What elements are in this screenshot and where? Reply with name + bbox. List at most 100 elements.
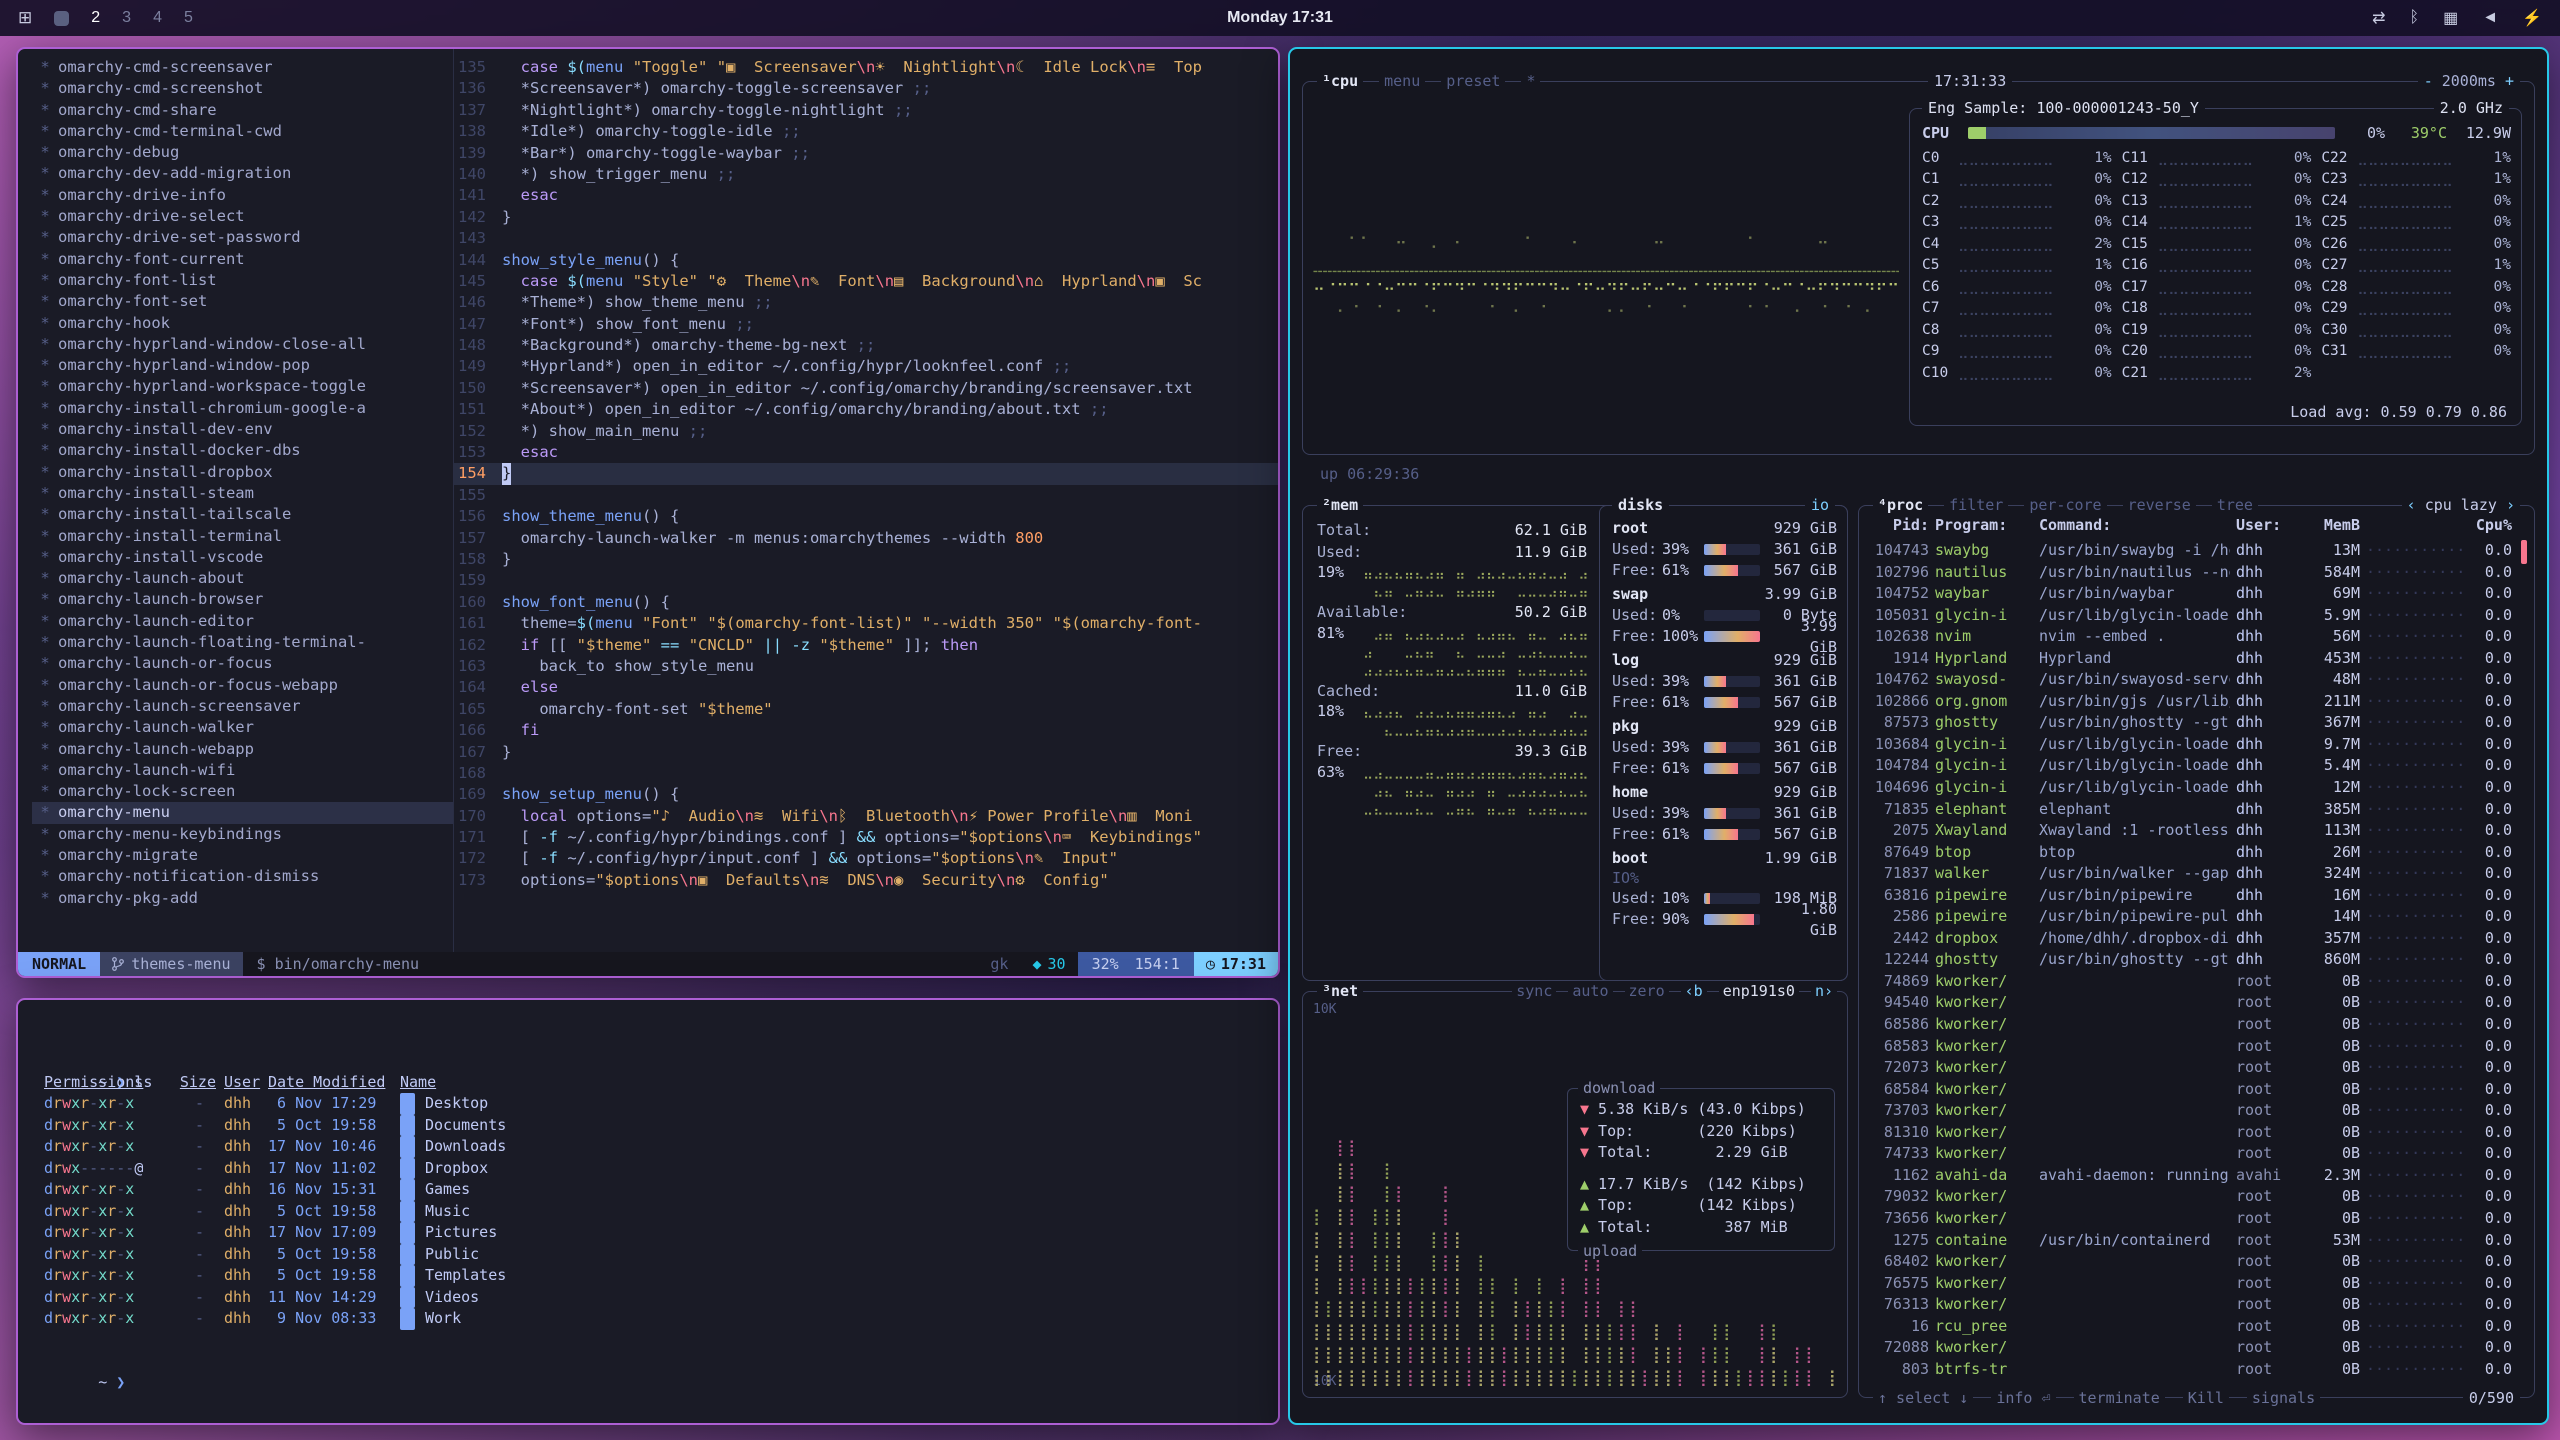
code-line[interactable]: 170 local options="♪ Audio\n≋ Wifi\nᛒ Bl… xyxy=(454,806,1278,827)
code-line[interactable]: 156show_theme_menu() { xyxy=(454,506,1278,527)
workspace-4[interactable]: 4 xyxy=(153,9,162,27)
process-row[interactable]: 76575kworker/root0B···········0.0 xyxy=(1871,1273,2512,1295)
file-item[interactable]: *omarchy-hyprland-window-pop xyxy=(32,355,453,376)
file-item[interactable]: *omarchy-hook xyxy=(32,313,453,334)
process-row[interactable]: 68402kworker/root0B···········0.0 xyxy=(1871,1251,2512,1273)
interval-increase-button[interactable]: + xyxy=(2505,72,2514,90)
process-row[interactable]: 1275containe/usr/bin/containerdroot53M··… xyxy=(1871,1230,2512,1252)
proc-filter-button[interactable]: filter xyxy=(1944,495,2008,515)
net-auto-button[interactable]: auto xyxy=(1568,981,1612,1001)
file-item[interactable]: *omarchy-hyprland-window-close-all xyxy=(32,334,453,355)
code-line[interactable]: 147 *Font*) show_font_menu ;; xyxy=(454,314,1278,335)
file-item[interactable]: *omarchy-launch-webapp xyxy=(32,739,453,760)
code-line[interactable]: 143 xyxy=(454,228,1278,249)
file-item[interactable]: *omarchy-install-terminal xyxy=(32,526,453,547)
process-row[interactable]: 104784glycin-i/usr/lib/glycin-loadersdhh… xyxy=(1871,755,2512,777)
process-row[interactable]: 1162avahi-daavahi-daemon: running [avahi… xyxy=(1871,1165,2512,1187)
file-item[interactable]: *omarchy-notification-dismiss xyxy=(32,866,453,887)
code-line[interactable]: 136 *Screensaver*) omarchy-toggle-screen… xyxy=(454,78,1278,99)
process-row[interactable]: 12244ghostty/usr/bin/ghostty --gtk-dhh86… xyxy=(1871,949,2512,971)
file-item[interactable]: *omarchy-launch-editor xyxy=(32,611,453,632)
file-item[interactable]: *omarchy-lock-screen xyxy=(32,781,453,802)
code-line[interactable]: 159 xyxy=(454,570,1278,591)
proc-footer-button[interactable]: Kill xyxy=(2183,1388,2229,1408)
code-line[interactable]: 141 esac xyxy=(454,185,1278,206)
code-line[interactable]: 160show_font_menu() { xyxy=(454,592,1278,613)
file-item[interactable]: *omarchy-install-dev-env xyxy=(32,419,453,440)
file-item[interactable]: *omarchy-font-set xyxy=(32,291,453,312)
file-item[interactable]: *omarchy-drive-select xyxy=(32,206,453,227)
code-line[interactable]: 163 back_to show_style_menu xyxy=(454,656,1278,677)
code-line[interactable]: 157 omarchy-launch-walker -m menus:omarc… xyxy=(454,528,1278,549)
disks-io-toggle[interactable]: io xyxy=(1805,496,1835,514)
file-item[interactable]: *omarchy-launch-walker xyxy=(32,717,453,738)
file-item[interactable]: *omarchy-install-dropbox xyxy=(32,462,453,483)
process-row[interactable]: 71835elephantelephantdhh385M···········0… xyxy=(1871,799,2512,821)
process-row[interactable]: 87573ghostty/usr/bin/ghostty --gtk-dhh36… xyxy=(1871,712,2512,734)
code-line[interactable]: 140 *) show_trigger_menu ;; xyxy=(454,164,1278,185)
process-row[interactable]: 2442dropbox/home/dhh/.dropbox-distdhh357… xyxy=(1871,928,2512,950)
process-row[interactable]: 68586kworker/root0B···········0.0 xyxy=(1871,1014,2512,1036)
code-line[interactable]: 151 *About*) open_in_editor ~/.config/om… xyxy=(454,399,1278,420)
code-line[interactable]: 158} xyxy=(454,549,1278,570)
file-item[interactable]: *omarchy-font-list xyxy=(32,270,453,291)
code-line[interactable]: 150 *Screensaver*) open_in_editor ~/.con… xyxy=(454,378,1278,399)
code-line[interactable]: 161 theme=$(menu "Font" "$(omarchy-font-… xyxy=(454,613,1278,634)
code-line[interactable]: 137 *Nightlight*) omarchy-toggle-nightli… xyxy=(454,100,1278,121)
bluetooth-icon[interactable]: ᛒ xyxy=(2410,9,2420,27)
code-line[interactable]: 142} xyxy=(454,207,1278,228)
process-row[interactable]: 74733kworker/root0B···········0.0 xyxy=(1871,1143,2512,1165)
file-item[interactable]: *omarchy-launch-wifi xyxy=(32,760,453,781)
process-row[interactable]: 73656kworker/root0B···········0.0 xyxy=(1871,1208,2512,1230)
code-line[interactable]: 148 *Background*) omarchy-theme-bg-next … xyxy=(454,335,1278,356)
file-item[interactable]: *omarchy-cmd-screensaver xyxy=(32,57,453,78)
file-item[interactable]: *omarchy-menu xyxy=(32,802,453,823)
file-item[interactable]: *omarchy-cmd-terminal-cwd xyxy=(32,121,453,142)
net-sync-button[interactable]: sync xyxy=(1512,981,1556,1001)
proc-footer-button[interactable]: ↑ select ↓ xyxy=(1873,1388,1973,1408)
file-item[interactable]: *omarchy-hyprland-workspace-toggle xyxy=(32,376,453,397)
volume-icon[interactable]: ◄ xyxy=(2482,9,2498,27)
btop-preset-star[interactable]: * xyxy=(1521,71,1540,91)
file-item[interactable]: *omarchy-install-vscode xyxy=(32,547,453,568)
file-item[interactable]: *omarchy-install-docker-dbs xyxy=(32,440,453,461)
process-row[interactable]: 81310kworker/root0B···········0.0 xyxy=(1871,1122,2512,1144)
process-row[interactable]: 102638nvimnvim --embed .dhh56M··········… xyxy=(1871,626,2512,648)
process-row[interactable]: 2075XwaylandXwayland :1 -rootless -dhh11… xyxy=(1871,820,2512,842)
process-row[interactable]: 73703kworker/root0B···········0.0 xyxy=(1871,1100,2512,1122)
process-row[interactable]: 104752waybar/usr/bin/waybardhh69M·······… xyxy=(1871,583,2512,605)
code-line[interactable]: 139 *Bar*) omarchy-toggle-waybar ;; xyxy=(454,143,1278,164)
code-editor[interactable]: 135 case $(menu "Toggle" "▣ Screensaver\… xyxy=(454,49,1278,952)
file-item[interactable]: *omarchy-cmd-screenshot xyxy=(32,78,453,99)
file-item[interactable]: *omarchy-install-steam xyxy=(32,483,453,504)
code-line[interactable]: 153 esac xyxy=(454,442,1278,463)
process-row[interactable]: 79032kworker/root0B···········0.0 xyxy=(1871,1186,2512,1208)
process-row[interactable]: 71837walker/usr/bin/walker --gappldhh324… xyxy=(1871,863,2512,885)
clock[interactable]: Monday 17:31 xyxy=(1227,9,1333,27)
code-line[interactable]: 149 *Hyprland*) open_in_editor ~/.config… xyxy=(454,356,1278,377)
code-line[interactable]: 152 *) show_main_menu ;; xyxy=(454,421,1278,442)
process-row[interactable]: 72073kworker/root0B···········0.0 xyxy=(1871,1057,2512,1079)
process-row[interactable]: 72088kworker/root0B···········0.0 xyxy=(1871,1337,2512,1359)
process-row[interactable]: 63816pipewire/usr/bin/pipewiredhh16M····… xyxy=(1871,885,2512,907)
file-item[interactable]: *omarchy-install-chromium-google-a xyxy=(32,398,453,419)
code-line[interactable]: 135 case $(menu "Toggle" "▣ Screensaver\… xyxy=(454,57,1278,78)
workspace-5[interactable]: 5 xyxy=(184,9,193,27)
code-line[interactable]: 164 else xyxy=(454,677,1278,698)
sync-icon[interactable]: ⇄ xyxy=(2372,8,2385,28)
proc-tree-button[interactable]: tree xyxy=(2212,495,2258,515)
interval-decrease-button[interactable]: - xyxy=(2424,72,2433,90)
code-line[interactable]: 167} xyxy=(454,742,1278,763)
file-item[interactable]: *omarchy-font-current xyxy=(32,249,453,270)
process-row[interactable]: 1914HyprlandHyprlanddhh453M···········0.… xyxy=(1871,648,2512,670)
file-item[interactable]: *omarchy-dev-add-migration xyxy=(32,163,453,184)
process-row[interactable]: 104696glycin-i/usr/lib/glycin-loadersdhh… xyxy=(1871,777,2512,799)
process-row[interactable]: 105031glycin-i/usr/lib/glycin-loadersdhh… xyxy=(1871,605,2512,627)
process-row[interactable]: 74869kworker/root0B···········0.0 xyxy=(1871,971,2512,993)
file-item[interactable]: *omarchy-drive-info xyxy=(32,185,453,206)
code-line[interactable]: 146 *Theme*) show_theme_menu ;; xyxy=(454,292,1278,313)
code-line[interactable]: 155 xyxy=(454,485,1278,506)
btop-window[interactable]: ¹cpu menu preset * 17:31:33 - 2000ms + ⠀… xyxy=(1288,47,2549,1425)
proc-per-core-button[interactable]: per-core xyxy=(2024,495,2106,515)
file-item[interactable]: *omarchy-launch-or-focus xyxy=(32,653,453,674)
